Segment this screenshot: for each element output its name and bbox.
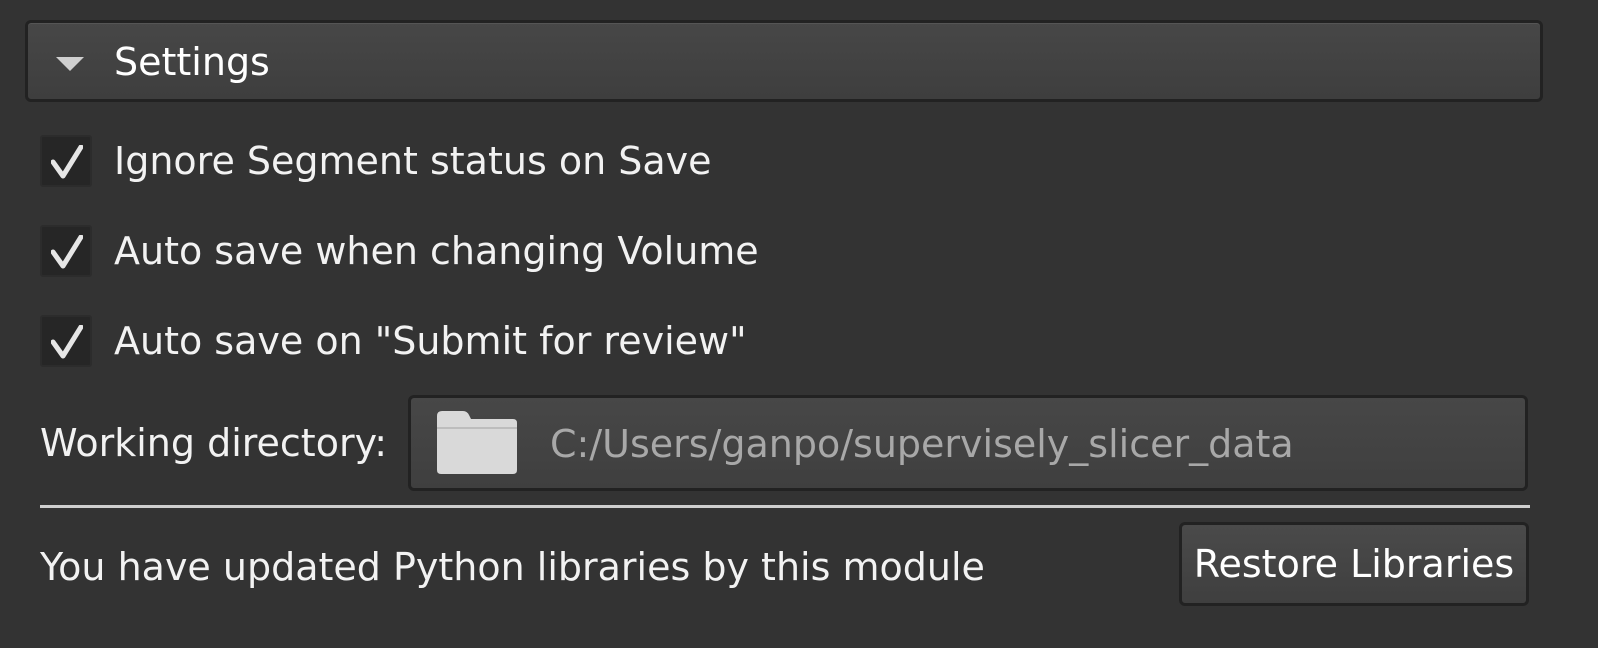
ignore-segment-status-checkbox[interactable] xyxy=(40,135,92,187)
working-directory-label: Working directory: xyxy=(40,421,388,465)
working-directory-path: C:/Users/ganpo/supervisely_slicer_data xyxy=(550,422,1294,466)
working-directory-picker[interactable]: C:/Users/ganpo/supervisely_slicer_data xyxy=(408,395,1528,491)
chevron-down-icon[interactable] xyxy=(56,57,84,71)
settings-panel: Settings Ignore Segment status on Save A… xyxy=(0,0,1598,648)
folder-icon xyxy=(437,411,517,474)
settings-title: Settings xyxy=(114,40,270,84)
divider xyxy=(40,505,1530,508)
ignore-segment-status-option[interactable]: Ignore Segment status on Save xyxy=(40,134,712,188)
checkmark-icon xyxy=(51,235,83,269)
auto-save-volume-checkbox[interactable] xyxy=(40,225,92,277)
auto-save-volume-label: Auto save when changing Volume xyxy=(114,229,759,273)
checkmark-icon xyxy=(51,145,83,179)
settings-collapsible-header[interactable]: Settings xyxy=(25,20,1543,102)
libraries-notice: You have updated Python libraries by thi… xyxy=(40,545,985,589)
auto-save-volume-option[interactable]: Auto save when changing Volume xyxy=(40,224,759,278)
auto-save-submit-checkbox[interactable] xyxy=(40,315,92,367)
ignore-segment-status-label: Ignore Segment status on Save xyxy=(114,139,712,183)
auto-save-submit-label: Auto save on "Submit for review" xyxy=(114,319,747,363)
checkmark-icon xyxy=(51,325,83,359)
restore-libraries-button[interactable]: Restore Libraries xyxy=(1179,522,1529,606)
auto-save-submit-option[interactable]: Auto save on "Submit for review" xyxy=(40,314,747,368)
